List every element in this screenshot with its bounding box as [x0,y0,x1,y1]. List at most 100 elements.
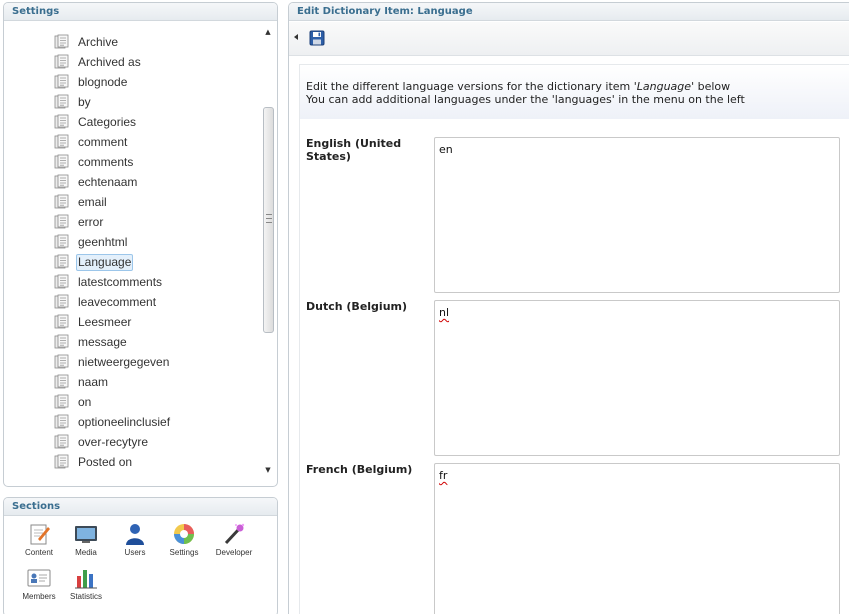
tree-item[interactable]: error [54,213,105,231]
tree-item-label: naam [78,374,109,389]
dictionary-item-icon [54,214,69,229]
tree-item[interactable]: naam [54,373,110,391]
section-label: Statistics [69,592,102,601]
tree-item[interactable]: Leesmeer [54,313,133,331]
tree-item[interactable]: on [54,393,93,411]
tree-item-label: Categories [78,114,137,129]
section-media[interactable]: Media [61,522,111,564]
tree-item[interactable]: Language [54,253,134,271]
tree-item-label: Language [76,253,134,271]
tree-item[interactable]: comments [54,153,135,171]
tree-item[interactable]: Categories [54,113,138,131]
intro-line-1: Edit the different language versions for… [306,80,731,93]
dictionary-item-icon [54,134,69,149]
tree-item[interactable]: latestcomments [54,273,164,291]
settings-panel-title: Settings [4,3,277,21]
tree-item-label: error [78,214,104,229]
tree-item[interactable]: geenhtml [54,233,129,251]
settings-panel: Settings Archive Archived as blognode by Cat… [3,2,278,487]
dictionary-item-icon [54,234,69,249]
tree-item-label: comments [78,154,134,169]
dictionary-item-icon [54,394,69,409]
save-icon[interactable] [309,30,325,46]
section-members[interactable]: Members [14,566,64,608]
section-statistics[interactable]: Statistics [61,566,111,608]
dictionary-item-icon [54,454,69,469]
grip-icon [266,214,272,223]
section-users[interactable]: Users [110,522,160,564]
tree-item[interactable]: email [54,193,109,211]
section-label: Settings [169,548,199,557]
dictionary-item-icon [54,34,69,49]
tree-item[interactable]: leavecomment [54,293,158,311]
intro-line-2: You can add additional languages under t… [306,93,745,106]
tree-item[interactable]: Archive [54,33,120,51]
section-label: Members [22,592,56,601]
toolbar [289,22,849,56]
tree-scrollbar[interactable]: ▲ ▼ [260,25,276,477]
tree-item[interactable]: Posted on [54,453,134,471]
tree-item-label: message [78,334,127,349]
settings-icon [174,524,194,544]
content-icon [30,524,50,545]
translation-textarea-dutch[interactable]: nl [434,300,840,456]
translation-textarea-english[interactable]: en [434,137,840,293]
collapse-arrow-icon[interactable] [294,34,298,40]
section-label: Content [24,548,54,557]
developer-icon [224,523,245,545]
tree-item[interactable]: blognode [54,73,129,91]
language-label: Dutch (Belgium) [306,300,408,313]
language-label: English (United States) [306,137,402,163]
tree-item-label: echtenaam [78,174,138,189]
dictionary-item-icon [54,374,69,389]
section-settings[interactable]: Settings [159,522,209,564]
tree-item-label: geenhtml [78,234,128,249]
tree-item[interactable]: by [54,93,93,111]
members-icon [27,569,51,587]
dictionary-item-icon [54,74,69,89]
statistics-icon [75,570,97,589]
dictionary-item-icon [54,354,69,369]
tree-item-label: Leesmeer [78,314,132,329]
dictionary-item-icon [54,434,69,449]
tree-item-label: comment [78,134,128,149]
scroll-thumb[interactable] [263,107,274,333]
dictionary-item-icon [54,334,69,349]
tree-item[interactable]: comment [54,133,129,151]
intro-text: Edit the different language versions for… [300,65,849,119]
sections-panel: Sections Content Media Users Settings Develo… [3,497,278,614]
arrow-down-icon[interactable]: ▼ [260,463,276,477]
tree-item-label: nietweergegeven [78,354,170,369]
tree-item[interactable]: optioneelinclusief [54,413,172,431]
settings-tree: Archive Archived as blognode by Categories co… [4,22,261,486]
edit-content: Edit the different language versions for… [299,64,849,614]
media-icon [75,526,97,543]
tree-item-label: latestcomments [78,274,163,289]
arrow-up-icon[interactable]: ▲ [260,25,276,39]
dictionary-item-icon [54,414,69,429]
dictionary-item-icon [54,54,69,69]
translation-value: fr [439,469,448,482]
edit-panel-title: Edit Dictionary Item: Language [289,3,849,21]
section-label: Users [124,548,146,557]
tree-item[interactable]: echtenaam [54,173,139,191]
tree-item-label: email [78,194,107,209]
tree-item-label: leavecomment [78,294,157,309]
tree-item[interactable]: over-recytyre [54,433,150,451]
section-content[interactable]: Content [14,522,64,564]
tree-item[interactable]: nietweergegeven [54,353,171,371]
users-icon [126,524,144,545]
section-developer[interactable]: Developer [209,522,259,564]
language-label: French (Belgium) [306,463,413,476]
section-label: Media [75,548,97,557]
dictionary-item-icon [54,314,69,329]
tree-item-label: on [78,394,92,409]
tree-item-label: over-recytyre [78,434,149,449]
dictionary-item-icon [54,274,69,289]
tree-item[interactable]: Archived as [54,53,143,71]
tree-item-label: blognode [78,74,128,89]
tree-item-label: Archive [78,34,119,49]
dictionary-item-icon [54,174,69,189]
translation-textarea-french[interactable]: fr [434,463,840,614]
tree-item[interactable]: message [54,333,129,351]
